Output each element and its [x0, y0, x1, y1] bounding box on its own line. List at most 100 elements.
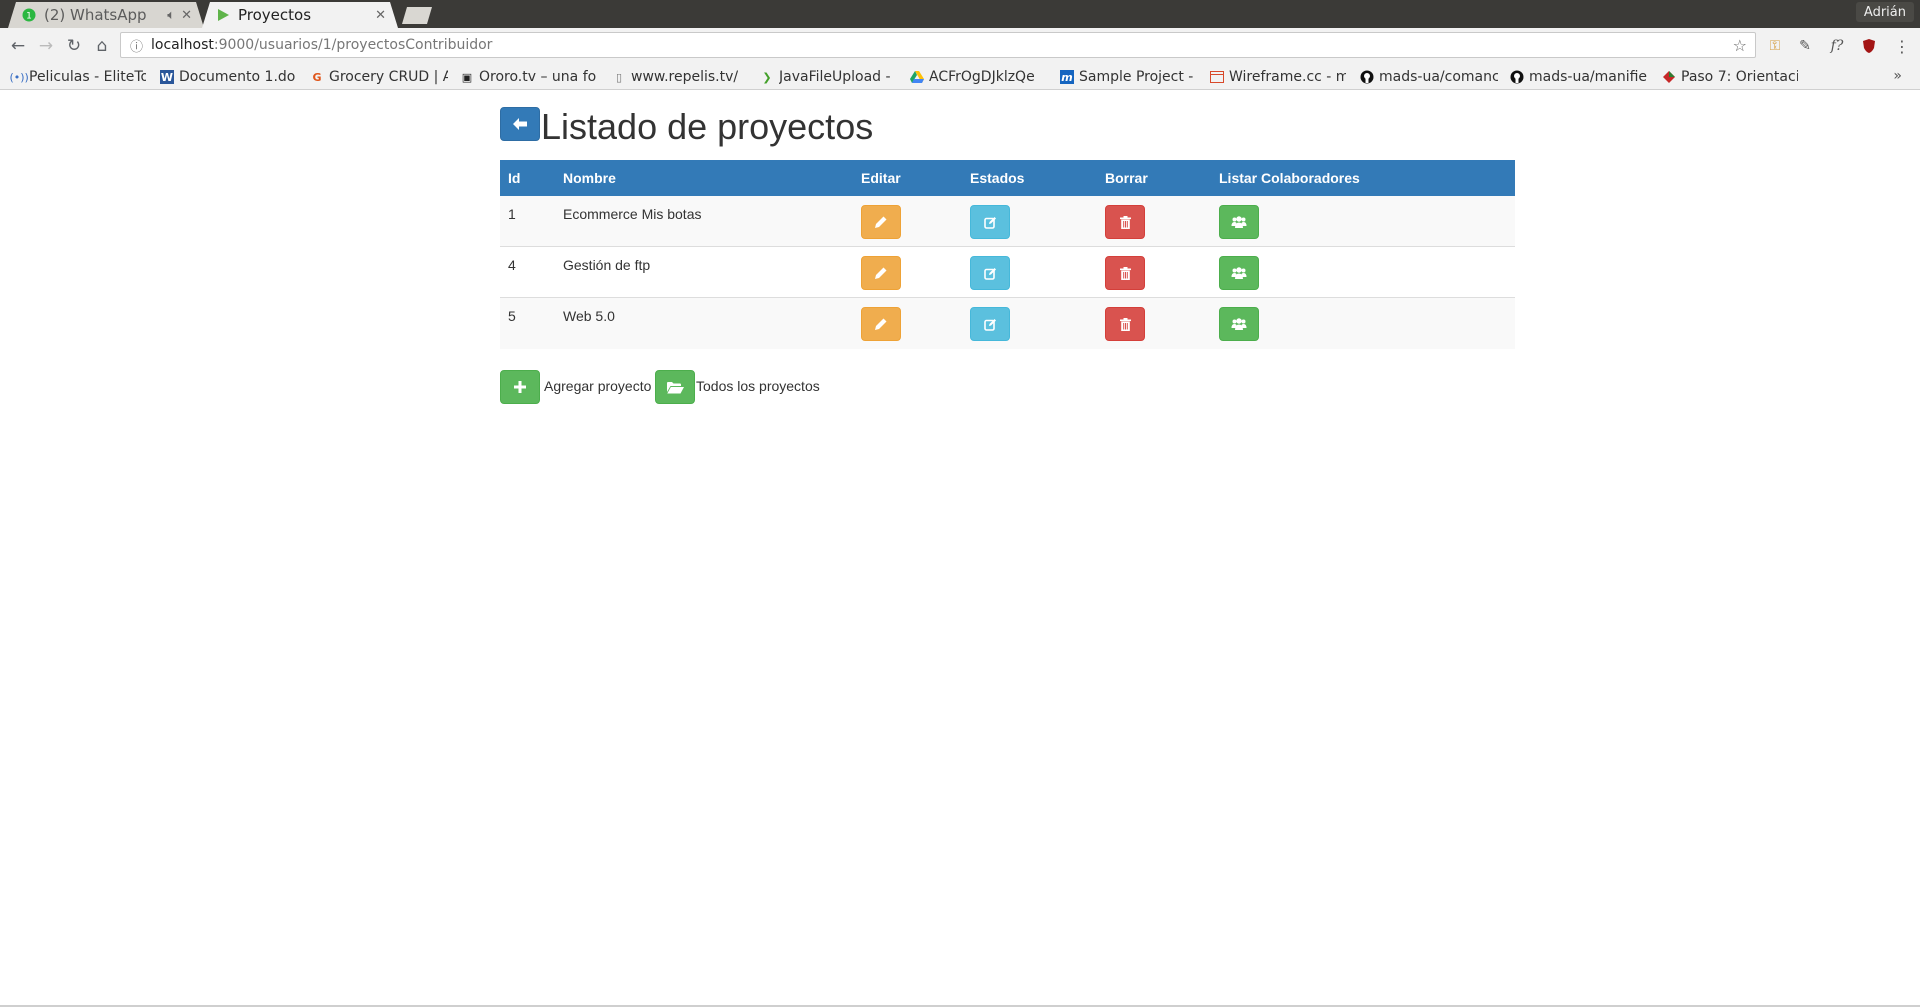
collaborators-button[interactable]: [1219, 256, 1259, 290]
edit-button[interactable]: [861, 307, 901, 341]
tv-icon: ▣: [461, 70, 473, 84]
folder-open-icon: [666, 381, 684, 393]
column-header-colaboradores: Listar Colaboradores: [1219, 170, 1360, 186]
bookmark-item[interactable]: Wireframe.cc - m: [1210, 68, 1346, 86]
add-project-button[interactable]: [500, 370, 540, 404]
drive-icon: [910, 70, 924, 84]
page-content: Listado de proyectos Id Nombre Editar Es…: [0, 90, 1920, 1007]
bookmark-item[interactable]: G Grocery CRUD | A: [310, 68, 448, 86]
table-header: Id Nombre Editar Estados Borrar Listar C…: [500, 160, 1515, 196]
project-name: Web 5.0: [563, 308, 615, 324]
column-header-borrar: Borrar: [1105, 170, 1148, 186]
home-icon[interactable]: ⌂: [92, 36, 112, 56]
project-id: 1: [508, 206, 516, 222]
grocery-icon: G: [312, 70, 322, 84]
tab-proyectos[interactable]: Proyectos ✕: [202, 2, 398, 28]
trash-icon: [1119, 215, 1131, 229]
bookmark-item[interactable]: ACFrOgDJklzQe: [910, 68, 1046, 86]
paso-icon: [1662, 70, 1676, 84]
edit-button[interactable]: [861, 205, 901, 239]
column-header-nombre: Nombre: [563, 170, 616, 186]
states-button[interactable]: [970, 307, 1010, 341]
tab-title: Proyectos: [238, 6, 312, 24]
column-header-editar: Editar: [861, 170, 901, 186]
play-icon: [216, 8, 230, 22]
edit-square-icon: [983, 267, 996, 280]
arrow-left-icon: [513, 118, 527, 130]
m-icon: m: [1060, 70, 1074, 84]
table-row: 5 Web 5.0: [500, 298, 1515, 349]
font-extension-icon[interactable]: f?: [1828, 37, 1846, 55]
plus-icon: [514, 381, 526, 393]
bookmark-star-icon[interactable]: ☆: [1733, 36, 1747, 55]
delete-button[interactable]: [1105, 205, 1145, 239]
profile-button[interactable]: Adrián: [1855, 2, 1914, 22]
states-button[interactable]: [970, 205, 1010, 239]
trash-icon: [1119, 266, 1131, 280]
extension-key-icon[interactable]: ⚿: [1766, 37, 1784, 55]
word-icon: W: [160, 70, 174, 84]
eyedropper-icon[interactable]: ✎: [1796, 37, 1814, 55]
states-button[interactable]: [970, 256, 1010, 290]
radio-icon: ((•)): [10, 70, 29, 84]
edit-square-icon: [983, 216, 996, 229]
reload-icon[interactable]: ↻: [64, 36, 84, 56]
svg-text:1: 1: [26, 12, 32, 22]
close-tab-icon[interactable]: ✕: [375, 8, 386, 23]
project-name: Gestión de ftp: [563, 257, 651, 273]
users-icon: [1231, 318, 1247, 330]
delete-button[interactable]: [1105, 256, 1145, 290]
column-header-estados: Estados: [970, 170, 1025, 186]
projects-table: Id Nombre Editar Estados Borrar Listar C…: [500, 160, 1515, 349]
tab-whatsapp[interactable]: 1 (2) WhatsApp 🔈︎ ✕: [8, 2, 204, 28]
new-tab-button[interactable]: [402, 7, 432, 24]
add-project-link[interactable]: Agregar proyecto: [544, 378, 651, 394]
bookmark-item[interactable]: m Sample Project -: [1060, 68, 1196, 86]
bookmark-item[interactable]: W Documento 1.do: [160, 68, 296, 86]
close-tab-icon[interactable]: ✕: [181, 8, 192, 23]
bookmark-item[interactable]: ▣ Ororo.tv – una fo: [460, 68, 598, 86]
tab-strip: 1 (2) WhatsApp 🔈︎ ✕ Proyectos ✕ Adrián: [0, 0, 1920, 28]
wireframe-icon: [1210, 70, 1224, 84]
users-icon: [1231, 216, 1247, 228]
ublock-icon[interactable]: [1860, 37, 1878, 55]
all-projects-link[interactable]: Todos los proyectos: [696, 378, 820, 394]
edit-button[interactable]: [861, 256, 901, 290]
back-button[interactable]: [500, 107, 540, 141]
project-id: 5: [508, 308, 516, 324]
table-row: 4 Gestión de ftp: [500, 247, 1515, 298]
bookmark-item[interactable]: mads-ua/comanc: [1360, 68, 1498, 86]
url-path: :9000/usuarios/1/proyectosContribuidor: [213, 37, 493, 53]
address-bar[interactable]: ⓘ localhost :9000/usuarios/1/proyectosCo…: [120, 32, 1756, 58]
bookmark-item[interactable]: ❯ JavaFileUpload -: [760, 68, 896, 86]
bookmark-item[interactable]: Paso 7: Orientaci: [1662, 68, 1798, 86]
project-name: Ecommerce Mis botas: [563, 206, 702, 222]
forward-arrow-icon[interactable]: →: [36, 36, 56, 56]
github-icon: [1360, 70, 1374, 84]
speaker-icon[interactable]: 🔈︎: [167, 8, 175, 23]
column-header-id: Id: [508, 170, 521, 186]
whatsapp-icon: 1: [22, 8, 36, 22]
project-id: 4: [508, 257, 516, 273]
bookmarks-overflow-icon[interactable]: »: [1893, 68, 1902, 84]
bookmark-item[interactable]: ▯ www.repelis.tv/: [612, 68, 748, 86]
bookmark-item[interactable]: ((•)) Peliculas - EliteTo: [10, 68, 146, 86]
menu-dots-icon[interactable]: ⋮: [1893, 37, 1911, 56]
collaborators-button[interactable]: [1219, 307, 1259, 341]
arrow-icon: ❯: [762, 70, 772, 84]
trash-icon: [1119, 317, 1131, 331]
pencil-icon: [875, 318, 887, 330]
delete-button[interactable]: [1105, 307, 1145, 341]
table-row: 1 Ecommerce Mis botas: [500, 196, 1515, 247]
github-icon: [1510, 70, 1524, 84]
bookmark-item[interactable]: mads-ua/manifie: [1510, 68, 1648, 86]
browser-toolbar: ← → ↻ ⌂ ⓘ localhost :9000/usuarios/1/pro…: [0, 28, 1920, 64]
back-arrow-icon[interactable]: ←: [8, 36, 28, 56]
bottom-actions: Agregar proyecto Todos los proyectos: [500, 370, 980, 404]
all-projects-button[interactable]: [655, 370, 695, 404]
page-title: Listado de proyectos: [541, 106, 874, 147]
pencil-icon: [875, 267, 887, 279]
collaborators-button[interactable]: [1219, 205, 1259, 239]
users-icon: [1231, 267, 1247, 279]
info-icon[interactable]: ⓘ: [130, 36, 143, 55]
